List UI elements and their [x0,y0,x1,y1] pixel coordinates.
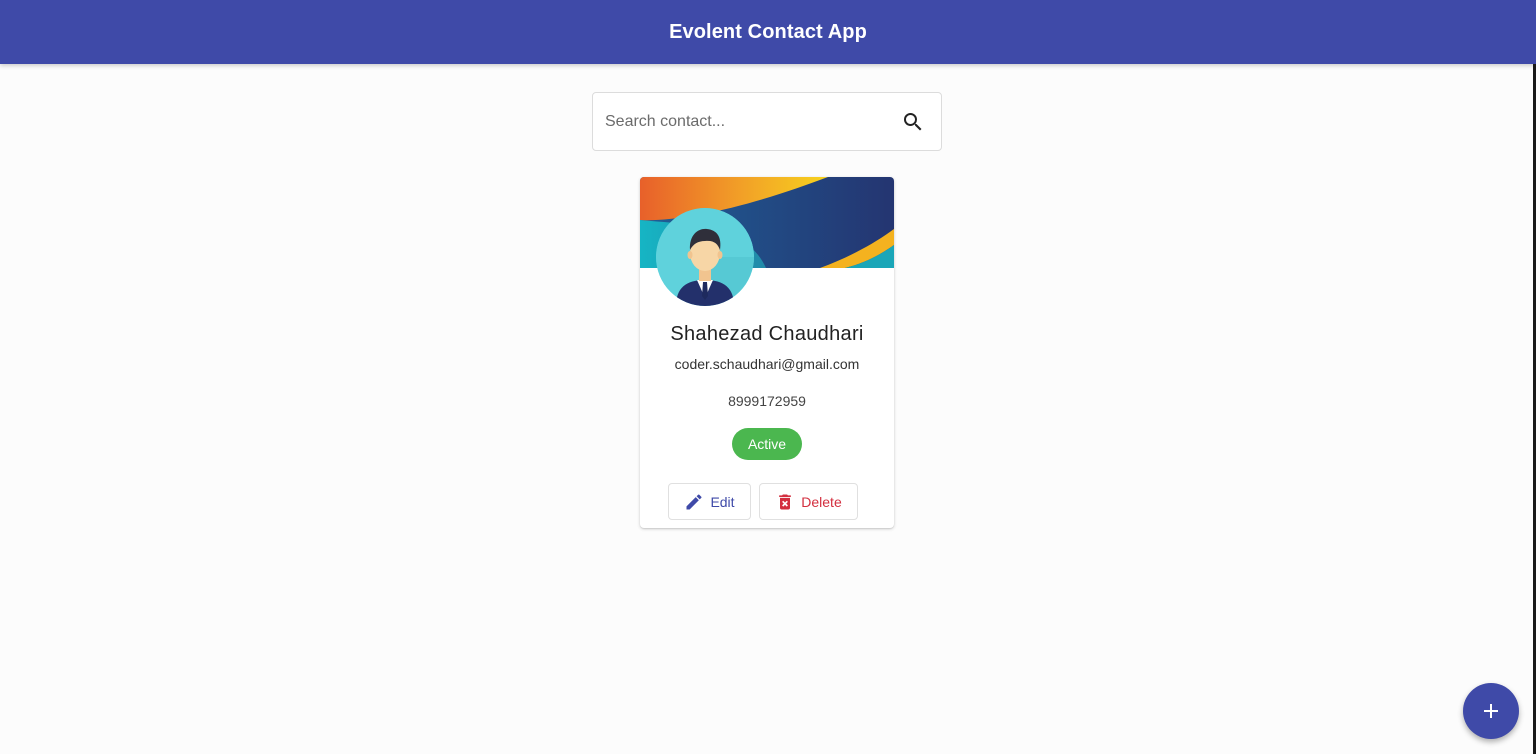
contact-name: Shahezad Chaudhari [670,323,864,345]
app-title: Evolent Contact App [669,20,867,43]
status-badge: Active [732,428,802,460]
contact-phone: 8999172959 [728,393,806,409]
contact-avatar [656,208,754,306]
edit-button[interactable]: Edit [668,483,751,520]
search-icon [904,112,922,130]
contact-card: Shahezad Chaudhari coder.schaudhari@gmai… [640,177,894,528]
pencil-icon [686,493,702,509]
delete-icon [779,494,792,509]
plus-icon [1484,704,1498,718]
add-contact-button[interactable] [1463,683,1519,739]
search-input[interactable] [593,93,889,150]
edit-button-label: Edit [710,493,735,510]
delete-button-label: Delete [801,493,842,510]
search-button[interactable] [889,98,937,146]
app-bar: Evolent Contact App [0,0,1536,64]
search-box [592,92,942,151]
businessman-avatar-icon [656,208,754,306]
delete-button[interactable]: Delete [759,483,858,520]
contact-email: coder.schaudhari@gmail.com [674,356,860,372]
